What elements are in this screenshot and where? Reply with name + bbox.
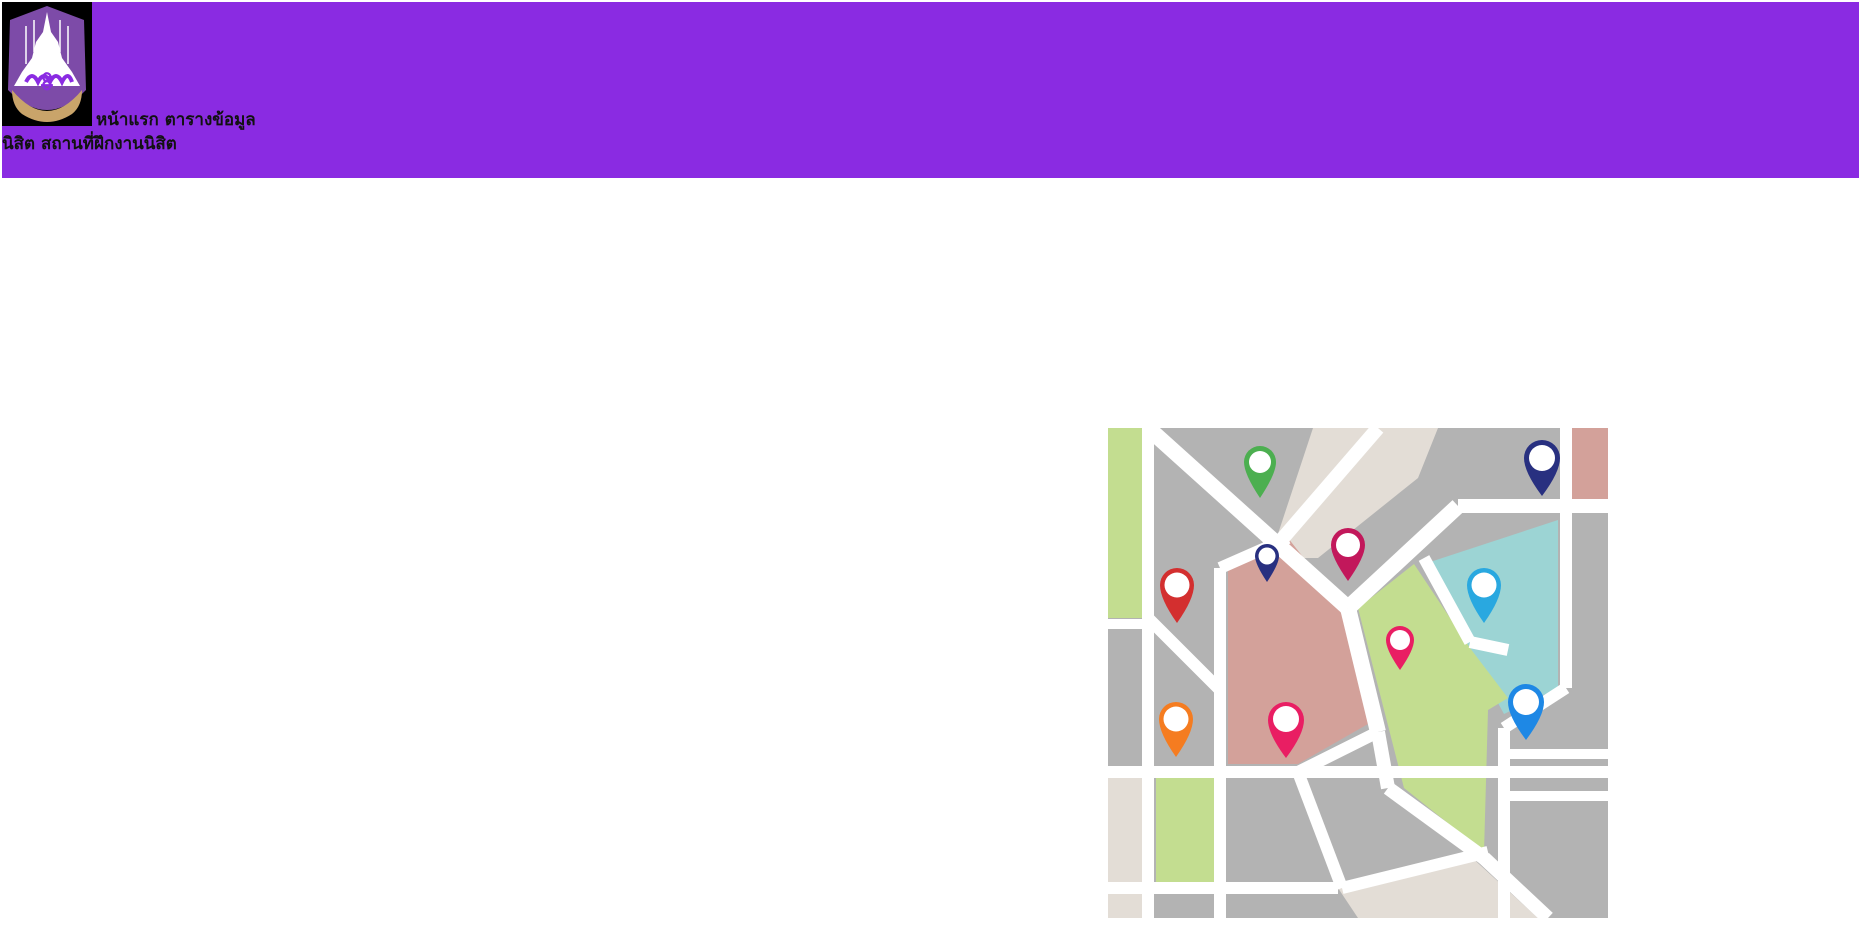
main-navigation: หน้าแรก ตารางข้อมูลนิสิต สถานที่ฝึกงานนิ…: [2, 108, 262, 156]
city-map-illustration: [1108, 422, 1608, 924]
nav-training-site-link[interactable]: สถานที่ฝึกงานนิสิต: [41, 134, 177, 154]
city-map-pins-icon: [1108, 422, 1608, 924]
nav-home-link[interactable]: หน้าแรก: [96, 110, 159, 130]
top-header-bar: ꗊ หน้าแรก ตารางข้อมูลนิสิต สถานที่ฝึกงาน…: [2, 2, 1859, 178]
